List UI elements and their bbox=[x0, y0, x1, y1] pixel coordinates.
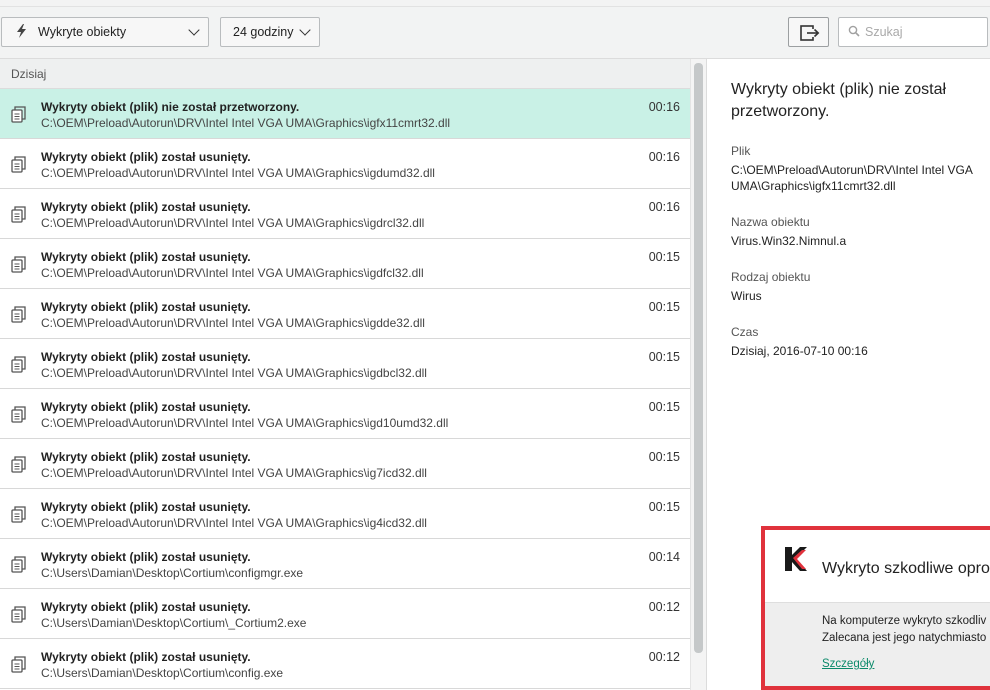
quarantine-file-icon bbox=[11, 655, 27, 673]
event-row[interactable]: Wykryty obiekt (plik) został usunięty. C:… bbox=[0, 389, 690, 439]
event-title: Wykryty obiekt (plik) został usunięty. bbox=[41, 300, 251, 314]
threat-notification[interactable]: Wykryto szkodliwe opro Na komputerze wyk… bbox=[761, 526, 990, 690]
event-path: C:\OEM\Preload\Autorun\DRV\Intel Intel V… bbox=[41, 516, 427, 530]
detail-file-value: C:\OEM\Preload\Autorun\DRV\Intel Intel V… bbox=[731, 163, 973, 193]
event-title: Wykryty obiekt (plik) został usunięty. bbox=[41, 550, 251, 564]
event-path: C:\OEM\Preload\Autorun\DRV\Intel Intel V… bbox=[41, 216, 425, 230]
quarantine-file-icon bbox=[11, 105, 27, 123]
event-row[interactable]: Wykryty obiekt (plik) został usunięty. C:… bbox=[0, 239, 690, 289]
detail-time-value: Dzisiaj, 2016-07-10 00:16 bbox=[731, 344, 868, 358]
event-row[interactable]: Wykryty obiekt (plik) został usunięty. C:… bbox=[0, 289, 690, 339]
toolbar: Wykryte obiekty 24 godziny Szukaj bbox=[0, 7, 990, 59]
event-time: 00:16 bbox=[648, 150, 680, 164]
event-time: 00:15 bbox=[648, 350, 680, 364]
event-path: C:\Users\Damian\Desktop\Cortium\_Cortium… bbox=[41, 616, 307, 630]
event-path: C:\OEM\Preload\Autorun\DRV\Intel Intel V… bbox=[41, 466, 427, 480]
event-path: C:\OEM\Preload\Autorun\DRV\Intel Intel V… bbox=[41, 316, 425, 330]
event-title: Wykryty obiekt (plik) został usunięty. bbox=[41, 150, 251, 164]
event-path: C:\OEM\Preload\Autorun\DRV\Intel Intel V… bbox=[41, 166, 435, 180]
event-row[interactable]: Wykryty obiekt (plik) został usunięty. C:… bbox=[0, 139, 690, 189]
quarantine-file-icon bbox=[11, 605, 27, 623]
event-title: Wykryty obiekt (plik) został usunięty. bbox=[41, 200, 251, 214]
quarantine-file-icon bbox=[11, 205, 27, 223]
event-title: Wykryty obiekt (plik) został usunięty. bbox=[41, 600, 251, 614]
notification-title: Wykryto szkodliwe opro bbox=[822, 560, 990, 577]
scrollbar-thumb[interactable] bbox=[694, 63, 703, 653]
notification-line-2: Zalecana jest jego natychmiasto bbox=[822, 632, 987, 644]
list-scrollbar[interactable] bbox=[690, 59, 707, 690]
chevron-down-icon bbox=[188, 24, 200, 36]
search-input[interactable]: Szukaj bbox=[838, 17, 988, 47]
event-time: 00:15 bbox=[648, 300, 680, 314]
quarantine-file-icon bbox=[11, 355, 27, 373]
event-row[interactable]: Wykryty obiekt (plik) nie został przetwo… bbox=[0, 89, 690, 139]
event-time: 00:15 bbox=[648, 400, 680, 414]
quarantine-file-icon bbox=[11, 455, 27, 473]
quarantine-file-icon bbox=[11, 155, 27, 173]
notification-body: Na komputerze wykryto szkodliv Zalecana … bbox=[765, 602, 990, 686]
time-range-label: 24 godziny bbox=[233, 25, 294, 39]
group-header-today: Dzisiaj bbox=[0, 59, 690, 89]
event-title: Wykryty obiekt (plik) został usunięty. bbox=[41, 450, 251, 464]
event-path: C:\OEM\Preload\Autorun\DRV\Intel Intel V… bbox=[41, 116, 451, 130]
event-time: 00:16 bbox=[648, 200, 680, 214]
event-time: 00:15 bbox=[648, 500, 680, 514]
event-path: C:\OEM\Preload\Autorun\DRV\Intel Intel V… bbox=[41, 416, 449, 430]
kaspersky-logo-icon bbox=[785, 547, 807, 571]
quarantine-file-icon bbox=[11, 505, 27, 523]
events-rows: Wykryty obiekt (plik) nie został przetwo… bbox=[0, 89, 690, 689]
event-title: Wykryty obiekt (plik) został usunięty. bbox=[41, 400, 251, 414]
event-row[interactable]: Wykryty obiekt (plik) został usunięty. C:… bbox=[0, 339, 690, 389]
detail-title: Wykryty obiekt (plik) nie został przetwo… bbox=[731, 81, 947, 120]
event-path: C:\Users\Damian\Desktop\Cortium\configmg… bbox=[41, 566, 304, 580]
event-title: Wykryty obiekt (plik) został usunięty. bbox=[41, 250, 251, 264]
filter-dropdown-label: Wykryte obiekty bbox=[38, 25, 127, 39]
event-row[interactable]: Wykryty obiekt (plik) został usunięty. C:… bbox=[0, 589, 690, 639]
event-title: Wykryty obiekt (plik) został usunięty. bbox=[41, 350, 251, 364]
event-row[interactable]: Wykryty obiekt (plik) został usunięty. C:… bbox=[0, 639, 690, 689]
detail-file-label: Plik bbox=[731, 144, 751, 158]
window-top-edge bbox=[0, 0, 990, 7]
quarantine-file-icon bbox=[11, 305, 27, 323]
detail-type-label: Rodzaj obiektu bbox=[731, 270, 811, 284]
notification-line-1: Na komputerze wykryto szkodliv bbox=[822, 615, 987, 627]
detail-type-value: Wirus bbox=[731, 289, 762, 303]
event-path: C:\OEM\Preload\Autorun\DRV\Intel Intel V… bbox=[41, 366, 427, 380]
event-row[interactable]: Wykryty obiekt (plik) został usunięty. C:… bbox=[0, 539, 690, 589]
event-time: 00:16 bbox=[648, 100, 680, 114]
event-time: 00:14 bbox=[648, 550, 680, 564]
quarantine-file-icon bbox=[11, 555, 27, 573]
quarantine-file-icon bbox=[11, 405, 27, 423]
export-icon bbox=[800, 25, 820, 41]
filter-dropdown[interactable]: Wykryte obiekty bbox=[1, 17, 209, 47]
event-row[interactable]: Wykryty obiekt (plik) został usunięty. C:… bbox=[0, 489, 690, 539]
event-path: C:\OEM\Preload\Autorun\DRV\Intel Intel V… bbox=[41, 266, 424, 280]
detail-name-label: Nazwa obiektu bbox=[731, 215, 810, 229]
time-range-dropdown[interactable]: 24 godziny bbox=[220, 17, 320, 47]
event-time: 00:15 bbox=[648, 450, 680, 464]
notification-header: Wykryto szkodliwe opro bbox=[765, 530, 990, 602]
event-title: Wykryty obiekt (plik) nie został przetwo… bbox=[41, 100, 300, 114]
event-title: Wykryty obiekt (plik) został usunięty. bbox=[41, 650, 251, 664]
detail-time-label: Czas bbox=[731, 325, 759, 339]
quarantine-file-icon bbox=[11, 255, 27, 273]
event-title: Wykryty obiekt (plik) został usunięty. bbox=[41, 500, 251, 514]
export-button[interactable] bbox=[788, 17, 829, 47]
notification-details-link[interactable]: Szczegóły bbox=[822, 658, 874, 670]
event-time: 00:15 bbox=[648, 250, 680, 264]
event-time: 00:12 bbox=[648, 650, 680, 664]
chevron-down-icon bbox=[299, 24, 311, 36]
lightning-icon bbox=[16, 23, 38, 41]
events-list: Dzisiaj Wykryty obiekt (plik) nie został… bbox=[0, 59, 690, 690]
event-time: 00:12 bbox=[648, 600, 680, 614]
event-path: C:\Users\Damian\Desktop\Cortium\config.e… bbox=[41, 666, 284, 680]
search-placeholder: Szukaj bbox=[865, 25, 903, 39]
event-row[interactable]: Wykryty obiekt (plik) został usunięty. C:… bbox=[0, 439, 690, 489]
search-icon bbox=[848, 25, 865, 40]
detail-name-value: Virus.Win32.Nimnul.a bbox=[731, 234, 847, 248]
event-row[interactable]: Wykryty obiekt (plik) został usunięty. C:… bbox=[0, 189, 690, 239]
